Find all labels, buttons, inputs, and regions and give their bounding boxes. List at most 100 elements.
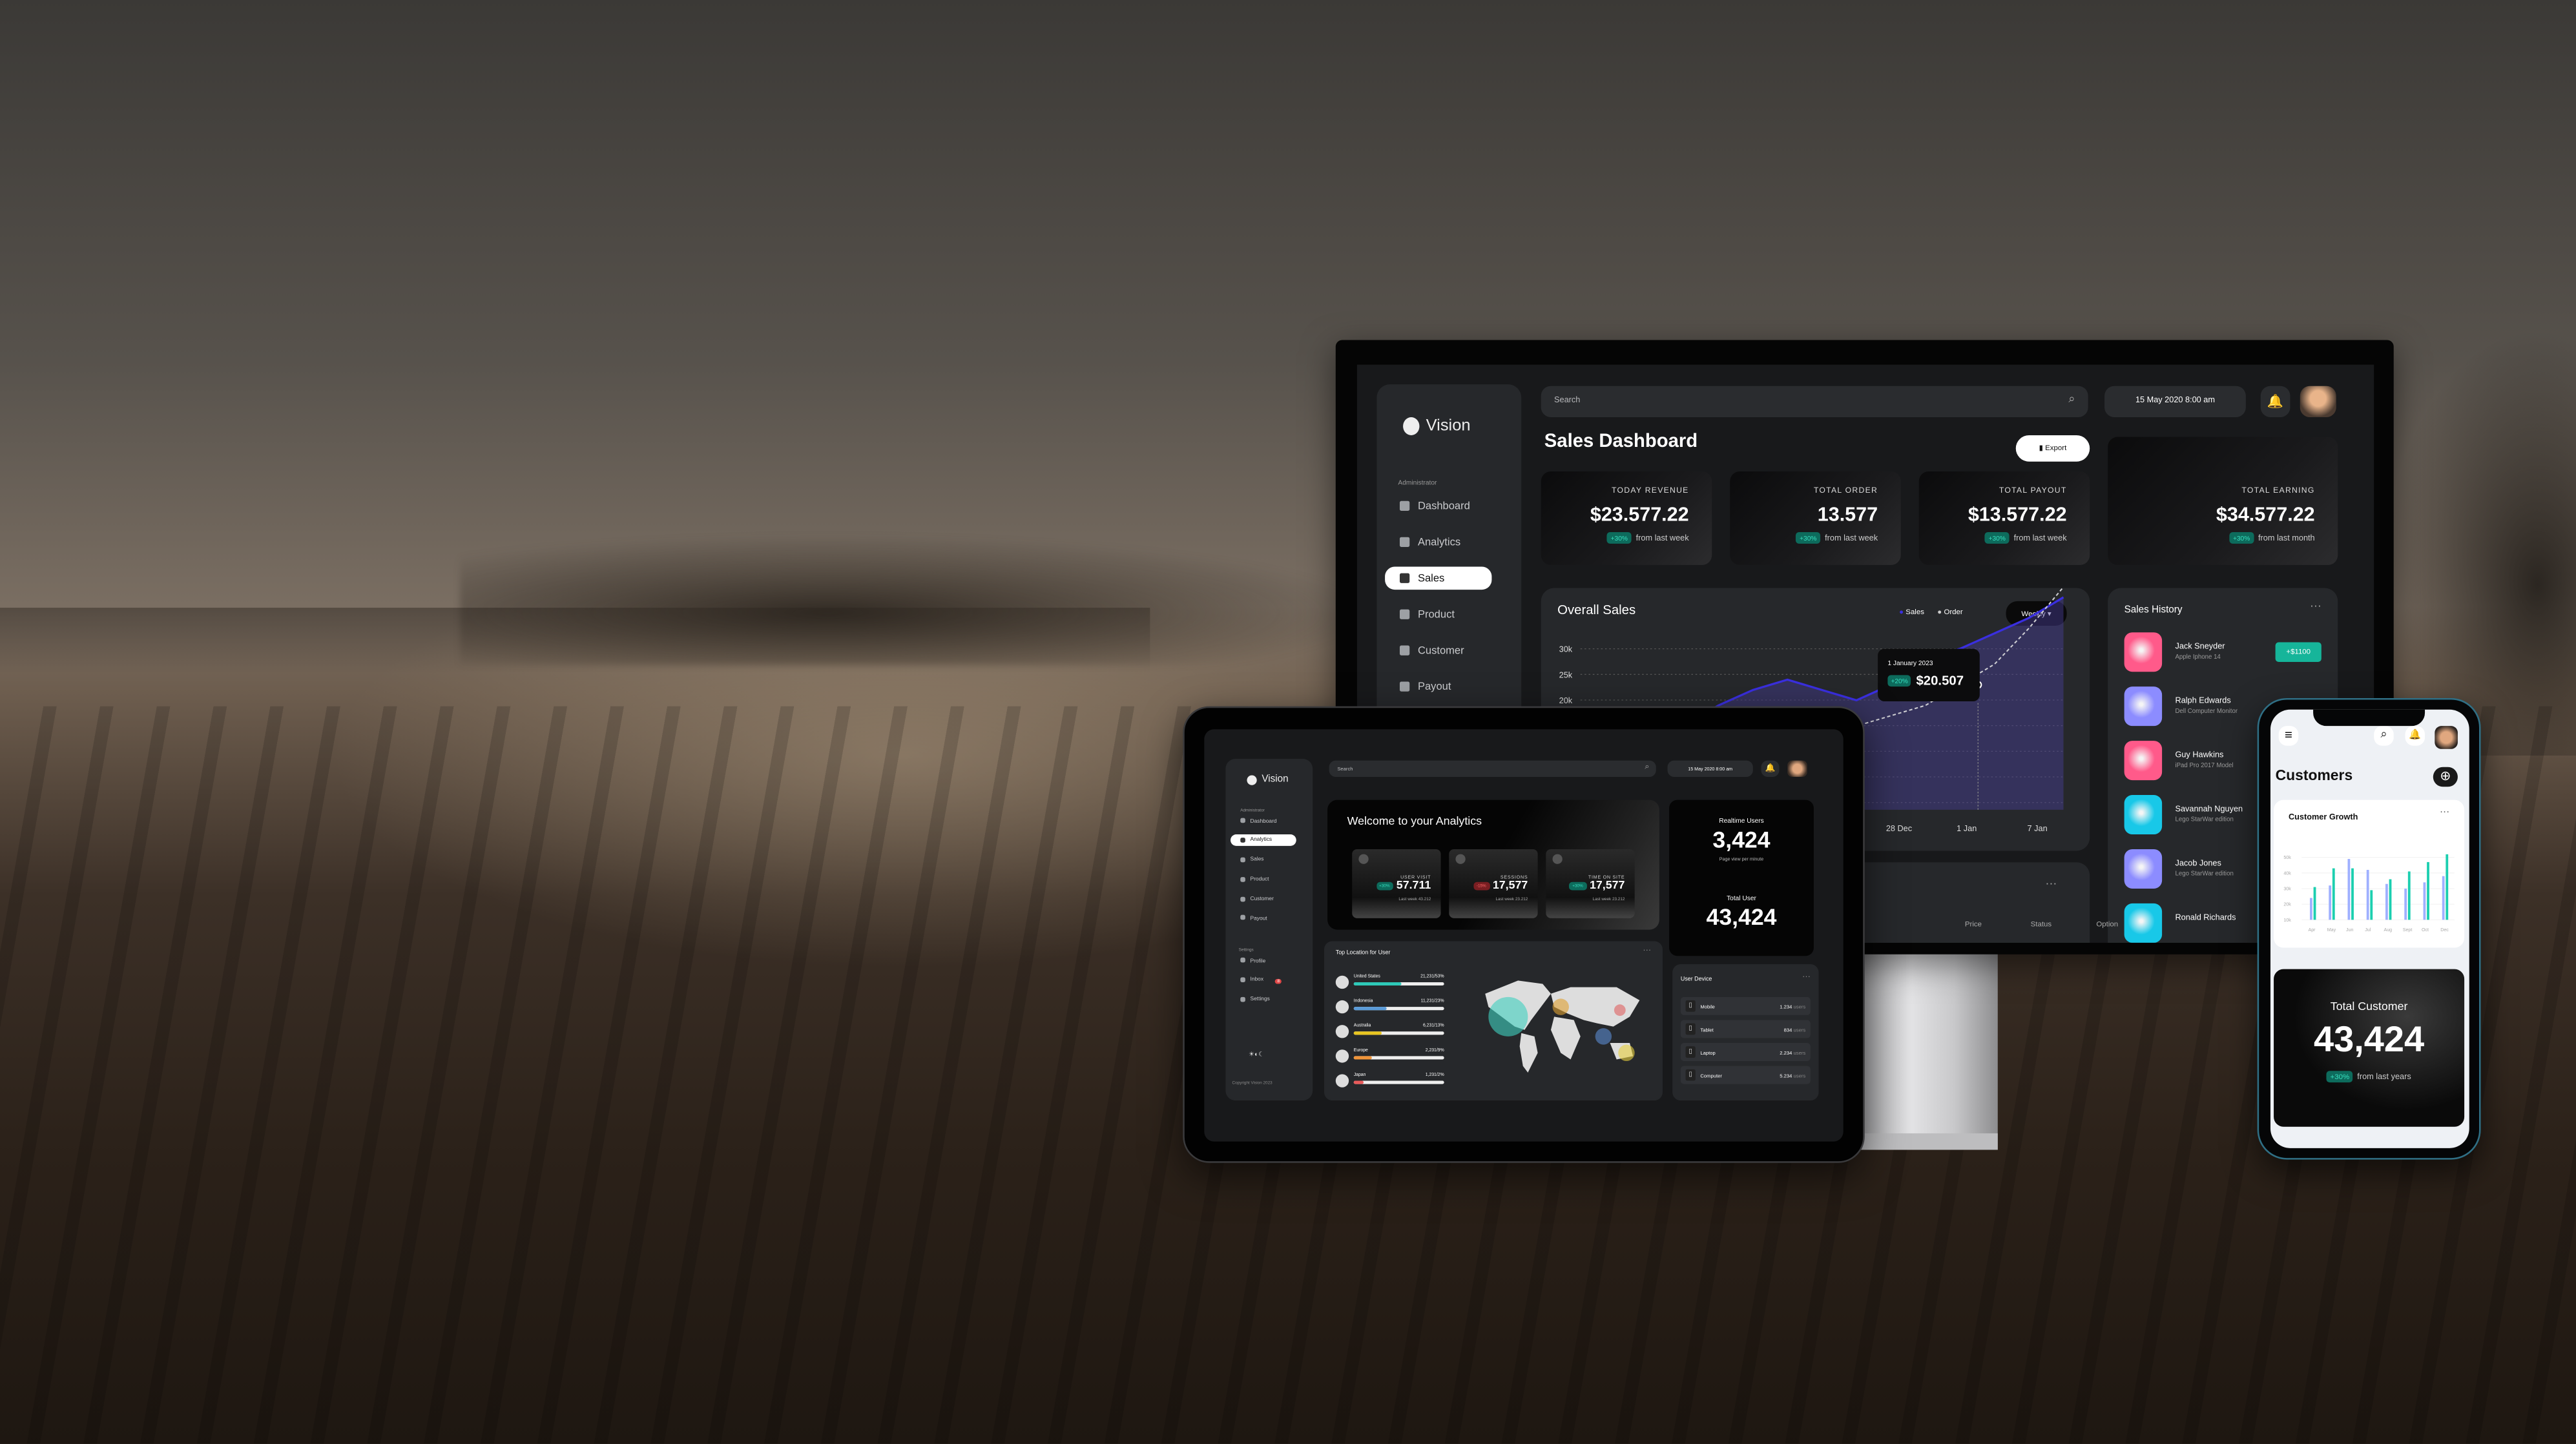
country-value: 11,231/23% xyxy=(1420,998,1444,1004)
payout-icon xyxy=(1240,915,1245,921)
realtime-value: 3,424 xyxy=(1712,826,1771,853)
device-row: ▯ Laptop 2.234 users xyxy=(1680,1043,1811,1062)
search-input[interactable]: Search ⌕ xyxy=(1329,760,1656,778)
monitor-stand xyxy=(1853,953,1998,1150)
bar-chart-icon xyxy=(1399,573,1410,583)
stat-card: TODAY REVENUE $23.577.22 +30% from last wee… xyxy=(1541,471,1712,565)
sidebar-item-payout[interactable]: Payout xyxy=(1385,675,1491,698)
product-name: Apple Iphone 14 xyxy=(2175,654,2221,661)
stat-value: $34.577.22 xyxy=(2216,502,2315,526)
sidebar-item-customer[interactable]: Customer xyxy=(1231,892,1296,904)
device-name: Computer xyxy=(1700,1071,1722,1078)
monitor-stand-base xyxy=(1853,1133,1998,1150)
map-africa xyxy=(1550,1016,1581,1060)
sidebar-item-analytics[interactable]: Analytics xyxy=(1385,531,1491,554)
sidebar-item-inbox[interactable]: Inbox 8 xyxy=(1231,974,1296,985)
more-options-icon[interactable]: ··· xyxy=(2046,879,2057,891)
flag-icon xyxy=(1335,1074,1349,1088)
search-icon[interactable]: ⌕ xyxy=(1645,762,1649,772)
flag-icon xyxy=(1335,1025,1349,1038)
more-options-icon[interactable]: ··· xyxy=(1643,946,1651,956)
export-button[interactable]: ▮ Export xyxy=(2015,435,2090,462)
location-progress-fill xyxy=(1353,1031,1381,1035)
sidebar-item-label: Product xyxy=(1250,876,1269,883)
tooltip-value: $20.507 xyxy=(1916,673,1964,688)
sidebar-item-label: Product xyxy=(1417,608,1455,621)
change-note: from last years xyxy=(2357,1072,2411,1083)
theme-toggle[interactable]: ☀◐☾ xyxy=(1249,1049,1264,1058)
bar-series-b xyxy=(2313,887,2316,920)
realtime-users-card: Realtime Users 3,424 Page view per minut… xyxy=(1669,799,1814,956)
customer-name: Ronald Richards xyxy=(2175,913,2236,923)
customer-name: Guy Hawkins xyxy=(2175,750,2224,761)
avatar[interactable] xyxy=(2300,386,2336,418)
search-icon[interactable]: ⌕ xyxy=(2068,394,2075,407)
map-marker-us xyxy=(1488,996,1528,1037)
bar-series-a xyxy=(2385,883,2388,920)
customer-name: Ralph Edwards xyxy=(2175,696,2231,707)
sidebar-item-product[interactable]: Product xyxy=(1231,873,1296,885)
location-progress-bar xyxy=(1353,1007,1444,1009)
device-row: ▯ Computer 5.234 users xyxy=(1680,1066,1811,1084)
sidebar-item-sales[interactable]: Sales xyxy=(1385,566,1492,590)
map-marker-australia xyxy=(1618,1044,1635,1062)
sales-history-item[interactable]: Jack Sneyder Apple Iphone 14 +$1100 xyxy=(2124,632,2330,675)
bell-icon[interactable]: 🔔 xyxy=(2405,726,2425,746)
phone-notch xyxy=(2313,709,2425,727)
export-icon: ▮ xyxy=(2039,443,2046,452)
device-row: ▯ Tablet 834 users xyxy=(1680,1020,1811,1038)
stat-label: TODAY REVENUE xyxy=(1611,488,1689,497)
computer-icon: ▯ xyxy=(1685,1069,1696,1081)
search-input[interactable]: Search ⌕ xyxy=(1541,386,2088,418)
chart-tooltip: 1 January 2023 +20% $20.507 xyxy=(1878,648,1980,702)
sidebar-item-dashboard[interactable]: Dashboard xyxy=(1231,815,1296,827)
location-progress-fill xyxy=(1353,1007,1387,1009)
stat-note: Last week 23.212 xyxy=(1495,896,1528,902)
change-note: from last week xyxy=(1825,533,1878,543)
datetime-display: 15 May 2020 8:00 am xyxy=(2104,386,2246,418)
stat-value: 57.711 xyxy=(1396,880,1431,892)
stat-value-row: -15% 17,577 xyxy=(1473,880,1528,892)
add-customer-button[interactable]: ⊕ xyxy=(2433,767,2458,787)
stat-card: TOTAL EARNING $34.577.22 +30% from last mon… xyxy=(2108,437,2338,565)
sidebar-item-sales[interactable]: Sales xyxy=(1231,854,1296,865)
customer-name: Jack Sneyder xyxy=(2175,642,2225,652)
change-badge: +30% xyxy=(1607,532,1632,544)
sidebar-item-payout[interactable]: Payout xyxy=(1231,913,1296,924)
brand-logo: Vision xyxy=(1247,775,1289,785)
stat-value: $13.577.22 xyxy=(1968,502,2067,526)
total-user-value: 43,424 xyxy=(1706,903,1777,930)
background-trees-right xyxy=(2382,328,2576,756)
bell-icon[interactable]: 🔔 xyxy=(2260,386,2290,418)
map-marker-indonesia xyxy=(1595,1028,1612,1045)
total-customer-change: +30% from last years xyxy=(2274,1071,2464,1083)
device-mockup-scene: Vision Administrator Dashboard Analytics S… xyxy=(0,0,2576,1444)
sidebar-item-label: Inbox xyxy=(1250,976,1264,983)
payout-icon xyxy=(1399,681,1410,692)
inbox-count-badge: 8 xyxy=(1274,978,1282,984)
tooltip-badge: +20% xyxy=(1887,675,1911,687)
search-icon[interactable]: ⌕ xyxy=(2374,726,2394,746)
bar-series-a xyxy=(2423,882,2426,920)
vision-logo-icon xyxy=(1247,775,1257,785)
sidebar-item-product[interactable]: Product xyxy=(1385,603,1491,626)
customer-name: Savannah Nguyen xyxy=(2175,805,2243,815)
bar-series-a xyxy=(2366,869,2369,920)
more-options-icon[interactable]: ··· xyxy=(1802,973,1811,982)
sidebar-item-dashboard[interactable]: Dashboard xyxy=(1385,495,1491,518)
menu-icon[interactable]: ≡ xyxy=(2278,726,2299,746)
phone-screen: ≡ ⌕ 🔔 Customers ⊕ Customer Growth ··· 50… xyxy=(2270,709,2469,1148)
location-row: Japan 1,231/2% xyxy=(1335,1073,1444,1089)
settings-icon xyxy=(1240,996,1245,1002)
sidebar-item-analytics[interactable]: Analytics xyxy=(1231,834,1296,846)
sidebar-item-settings[interactable]: Settings xyxy=(1231,993,1296,1005)
avatar[interactable] xyxy=(2435,726,2458,749)
map-marker-europe xyxy=(1552,998,1569,1015)
change-badge: +30% xyxy=(1569,882,1586,891)
bell-icon[interactable]: 🔔 xyxy=(1761,760,1780,778)
avatar[interactable] xyxy=(1787,760,1807,778)
brand-name: Vision xyxy=(1262,775,1289,785)
more-options-icon[interactable]: ··· xyxy=(2310,601,2322,613)
sidebar-item-profile[interactable]: Profile xyxy=(1231,954,1296,966)
sidebar-item-customer[interactable]: Customer xyxy=(1385,639,1491,662)
